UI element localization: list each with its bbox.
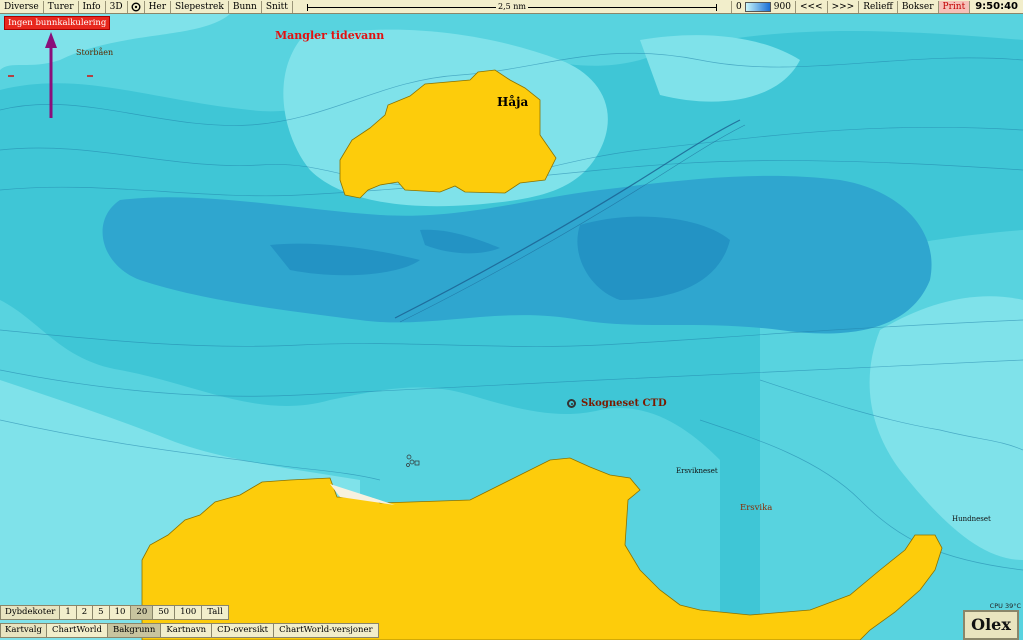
menu-info[interactable]: Info bbox=[79, 0, 106, 13]
menu-bunn[interactable]: Bunn bbox=[229, 0, 262, 13]
dybde-1[interactable]: 1 bbox=[60, 604, 77, 620]
depth-max: 900 bbox=[773, 1, 791, 12]
prev-button[interactable]: <<< bbox=[796, 0, 828, 13]
dybde-20[interactable]: 20 bbox=[131, 604, 154, 620]
kart-kartnavn[interactable]: Kartnavn bbox=[161, 622, 213, 638]
top-toolbar: Diverse Turer Info 3D Her Slepestrek Bun… bbox=[0, 0, 1023, 14]
dybde-2[interactable]: 2 bbox=[76, 604, 94, 620]
kartvalg-bar: Kartvalg ChartWorld Bakgrunn Kartnavn CD… bbox=[0, 622, 379, 638]
tide-warning: Mangler tidevann bbox=[275, 29, 385, 42]
depth-legend: 0 900 bbox=[732, 0, 796, 13]
dybdekoter-label: Dybdekoter bbox=[0, 604, 61, 620]
calc-warning: Ingen bunnkalkulering bbox=[4, 16, 111, 30]
dybdekoter-bar: Dybdekoter 1 2 5 10 20 50 100 Tall bbox=[0, 604, 229, 620]
menu-snitt[interactable]: Snitt bbox=[262, 0, 293, 13]
place-storbaen: Storbåen bbox=[76, 48, 114, 57]
dybde-100[interactable]: 100 bbox=[175, 604, 203, 620]
dybde-50[interactable]: 50 bbox=[153, 604, 176, 620]
ctd-icon bbox=[567, 399, 576, 408]
menu-slepestrek[interactable]: Slepestrek bbox=[171, 0, 229, 13]
bokser-button[interactable]: Bokser bbox=[898, 0, 939, 13]
menu-her[interactable]: Her bbox=[145, 0, 172, 13]
dybde-10[interactable]: 10 bbox=[109, 604, 132, 620]
scale-label: 2,5 nm bbox=[495, 0, 528, 13]
target-icon[interactable] bbox=[128, 0, 145, 13]
olex-logo: Olex bbox=[963, 610, 1019, 640]
ctd-marker[interactable]: Skogneset CTD bbox=[567, 398, 667, 409]
dybde-5[interactable]: 5 bbox=[93, 604, 110, 620]
menu-3d[interactable]: 3D bbox=[106, 0, 128, 13]
print-button[interactable]: Print bbox=[938, 0, 971, 13]
scale-bar: 2,5 nm bbox=[293, 0, 733, 13]
dybde-tall[interactable]: Tall bbox=[202, 604, 229, 620]
menu-diverse[interactable]: Diverse bbox=[0, 0, 44, 13]
kart-chartworld-versjoner[interactable]: ChartWorld-versjoner bbox=[274, 622, 379, 638]
menu-turer[interactable]: Turer bbox=[44, 0, 79, 13]
relieff-button[interactable]: Relieff bbox=[859, 0, 898, 13]
place-ersvika: Ersvika bbox=[740, 503, 773, 513]
ctd-label: Skogneset CTD bbox=[581, 398, 667, 409]
place-ersvikneset: Ersvikneset bbox=[676, 467, 718, 475]
depth-min: 0 bbox=[736, 1, 742, 12]
kartvalg-label: Kartvalg bbox=[0, 622, 47, 638]
kart-cd-oversikt[interactable]: CD-oversikt bbox=[212, 622, 275, 638]
place-haja: Håja bbox=[497, 95, 529, 109]
cpu-temp: CPU 39°C bbox=[989, 602, 1021, 610]
next-button[interactable]: >>> bbox=[828, 0, 860, 13]
clock: 9:50:40 bbox=[975, 1, 1018, 12]
kart-chartworld[interactable]: ChartWorld bbox=[46, 622, 108, 638]
kart-bakgrunn[interactable]: Bakgrunn bbox=[107, 622, 162, 638]
place-hundneset: Hundneset bbox=[952, 515, 991, 523]
depth-gradient bbox=[744, 1, 771, 12]
